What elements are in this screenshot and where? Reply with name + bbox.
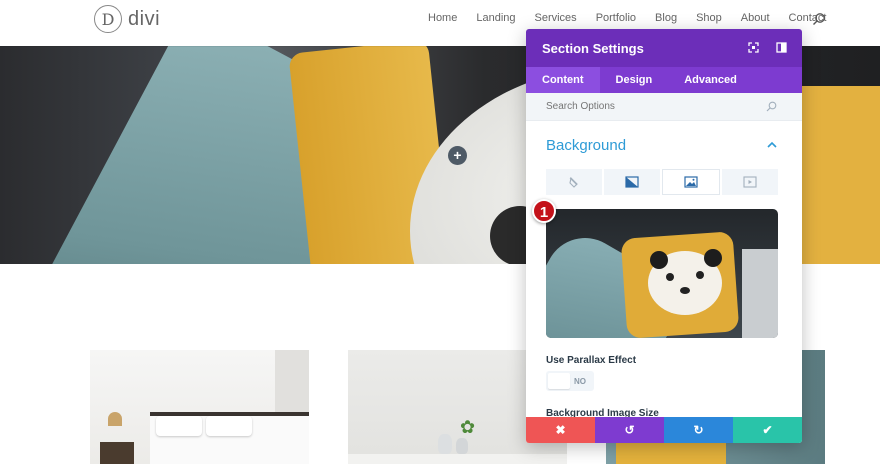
- nav-item-portfolio[interactable]: Portfolio: [596, 12, 636, 24]
- logo[interactable]: D divi: [94, 5, 160, 33]
- logo-mark: D: [94, 5, 122, 33]
- panel-title: Section Settings: [542, 40, 644, 56]
- plant-icon: ✿: [460, 417, 476, 437]
- bg-tab-gradient[interactable]: [604, 169, 660, 195]
- tab-content[interactable]: Content: [526, 67, 600, 93]
- vase: [456, 438, 468, 454]
- search-icon[interactable]: [812, 12, 826, 26]
- cancel-button[interactable]: ✖: [526, 417, 595, 443]
- background-type-tabs: [546, 169, 778, 195]
- tab-advanced[interactable]: Advanced: [668, 67, 753, 93]
- preview-panda-ear: [704, 249, 722, 267]
- search-options: [526, 93, 802, 121]
- expand-icon[interactable]: [748, 42, 759, 53]
- preview-panda-eye: [696, 271, 704, 279]
- nav-item-services[interactable]: Services: [535, 12, 577, 24]
- preview-panda-nose: [680, 287, 690, 294]
- gradient-icon: [625, 176, 639, 188]
- lamp-icon: [108, 412, 122, 426]
- logo-text: divi: [128, 7, 161, 30]
- panel-footer: ✖ ↺ ↻ ✔: [526, 417, 802, 443]
- preview-panda-eye: [666, 273, 674, 281]
- panel-body: Background Use Parallax Effect NO Backgr…: [526, 121, 802, 419]
- add-module-button[interactable]: +: [448, 146, 467, 165]
- video-icon: [743, 176, 757, 188]
- image-icon: [684, 176, 698, 188]
- nav-item-blog[interactable]: Blog: [655, 12, 677, 24]
- vase: [438, 434, 452, 454]
- color-fill-icon: [569, 176, 578, 188]
- nav-item-shop[interactable]: Shop: [696, 12, 722, 24]
- bg-tab-image[interactable]: [662, 169, 720, 195]
- panel-tabs: Content Design Advanced: [526, 67, 802, 93]
- tab-design[interactable]: Design: [600, 67, 669, 93]
- bg-tab-color[interactable]: [546, 169, 602, 195]
- nav-item-landing[interactable]: Landing: [476, 12, 515, 24]
- redo-button[interactable]: ↻: [664, 417, 733, 443]
- hero-pillow-edge: [800, 86, 880, 264]
- panel-header[interactable]: Section Settings: [526, 29, 802, 67]
- table: [348, 454, 567, 464]
- search-icon[interactable]: [766, 101, 777, 112]
- toggle-knob: [548, 373, 570, 389]
- nightstand: [100, 442, 134, 464]
- nav-item-about[interactable]: About: [741, 12, 770, 24]
- save-button[interactable]: ✔: [733, 417, 802, 443]
- bg-tab-video[interactable]: [722, 169, 778, 195]
- background-image-preview[interactable]: [546, 209, 778, 338]
- sidebar-toggle-icon[interactable]: [776, 42, 787, 53]
- search-options-input[interactable]: [546, 101, 746, 112]
- chevron-up-icon[interactable]: [766, 141, 778, 149]
- undo-button[interactable]: ↺: [595, 417, 664, 443]
- page: D divi Home Landing Services Portfolio B…: [0, 0, 880, 464]
- preview-window-light: [742, 249, 778, 338]
- bed-pillow: [206, 416, 252, 436]
- parallax-toggle[interactable]: NO: [546, 371, 594, 391]
- preview-panda-ear: [650, 251, 668, 269]
- card-image-bedroom: [90, 350, 309, 464]
- step-callout-badge: 1: [532, 199, 556, 223]
- main-nav: Home Landing Services Portfolio Blog Sho…: [428, 12, 845, 24]
- background-section-title[interactable]: Background: [546, 137, 626, 154]
- toggle-value: NO: [574, 376, 586, 386]
- bed-pillow: [156, 416, 202, 436]
- section-settings-panel: Section Settings Content Design Advanced: [526, 29, 802, 443]
- parallax-label: Use Parallax Effect: [546, 355, 637, 366]
- nav-item-home[interactable]: Home: [428, 12, 457, 24]
